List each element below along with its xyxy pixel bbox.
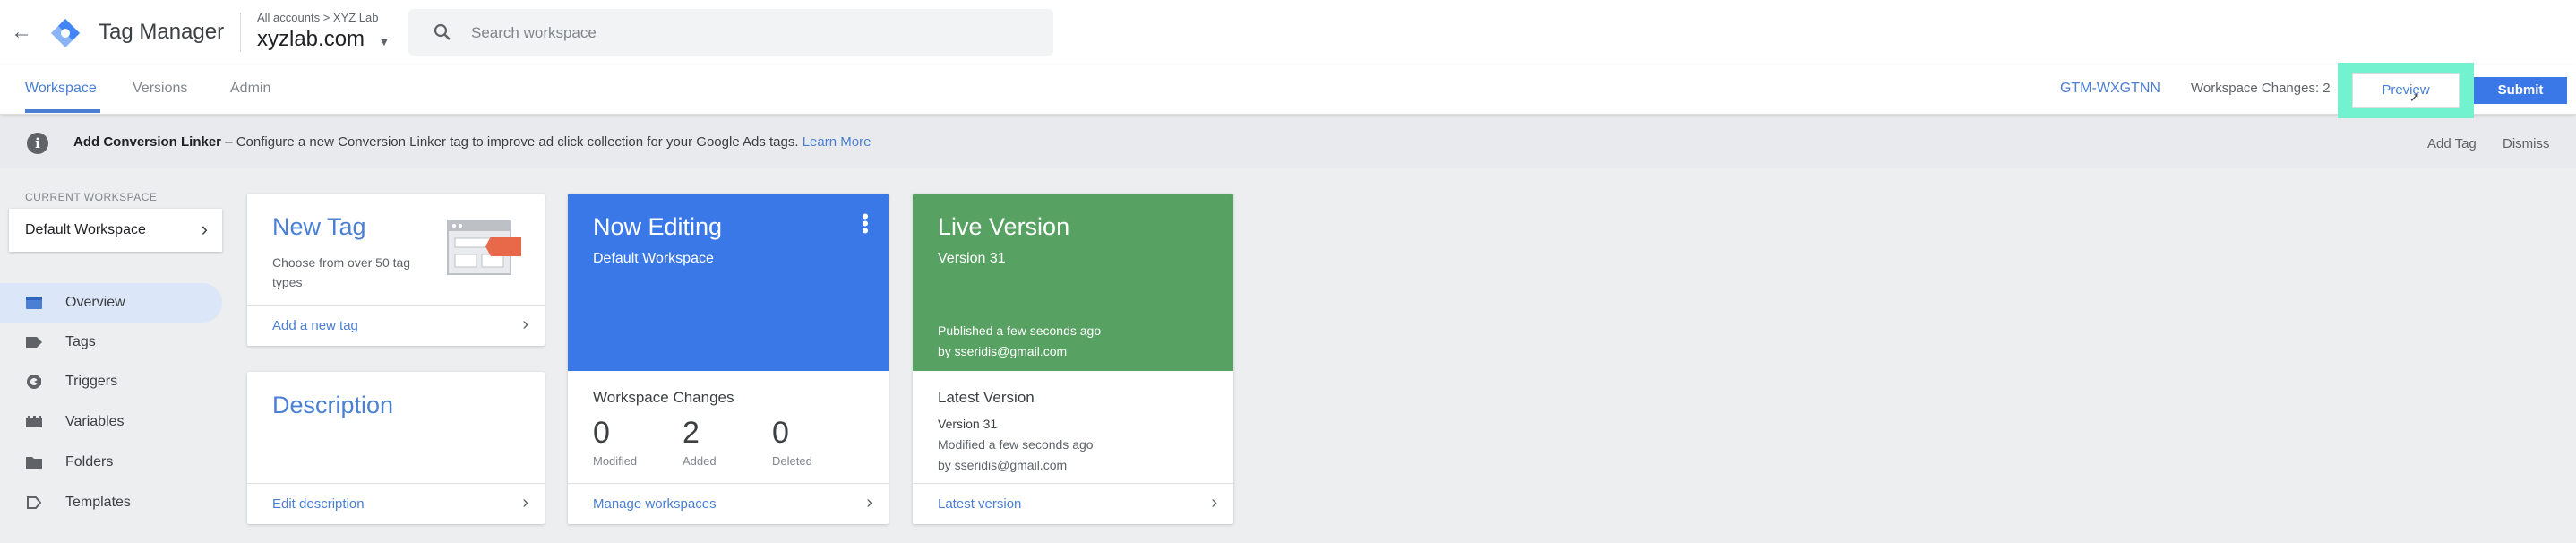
sidebar-item-label: Overview — [65, 295, 125, 310]
banner-dismiss-button[interactable]: Dismiss — [2503, 136, 2550, 151]
latest-version-modified: Modified a few seconds ago — [938, 437, 1094, 452]
variables-icon — [26, 416, 42, 427]
published-time: Published a few seconds ago — [938, 323, 1102, 338]
now-editing-title: Now Editing — [593, 213, 723, 240]
banner-add-tag-button[interactable]: Add Tag — [2427, 136, 2477, 151]
stat-added: 2 Added — [683, 416, 754, 468]
chevron-right-icon: › — [1211, 493, 1217, 513]
banner-title: Add Conversion Linker — [73, 134, 222, 150]
latest-version-by: by sseridis@gmail.com — [938, 458, 1068, 472]
now-editing-workspace: Default Workspace — [593, 251, 714, 266]
live-version-header: Live Version Version 31 Published a few … — [913, 194, 1233, 371]
stat-value: 0 — [772, 416, 789, 450]
sidebar-item-folders[interactable]: Folders — [0, 443, 222, 482]
workspace-changes-label: Workspace Changes — [593, 389, 734, 406]
latest-version-number: Version 31 — [938, 417, 998, 431]
new-tag-card[interactable]: New Tag Choose from over 50 tag types Ad… — [247, 194, 545, 346]
new-tag-illustration-icon — [447, 220, 521, 275]
new-tag-description: Choose from over 50 tag types — [272, 255, 411, 289]
search-placeholder: Search workspace — [471, 24, 597, 41]
now-editing-footer[interactable]: Manage workspaces › — [568, 483, 889, 524]
sidebar-item-label: Folders — [65, 454, 114, 470]
stat-value: 0 — [593, 416, 610, 450]
info-icon: i — [27, 133, 48, 154]
sidebar-item-label: Templates — [65, 495, 131, 510]
tab-admin[interactable]: Admin — [230, 81, 270, 97]
active-tab-indicator — [25, 109, 100, 113]
tab-versions[interactable]: Versions — [133, 81, 187, 97]
description-title: Description — [272, 392, 394, 418]
top-bar-right-area — [2166, 0, 2576, 65]
now-editing-card: Now Editing Default Workspace • • • Worksp… — [568, 194, 889, 524]
sidebar-item-tags[interactable]: Tags — [0, 323, 222, 362]
add-new-tag-link[interactable]: Add a new tag — [272, 318, 358, 333]
description-card[interactable]: Description Edit description › — [247, 372, 545, 524]
sidebar-item-triggers[interactable]: Triggers — [0, 362, 222, 401]
current-workspace-name: Default Workspace — [25, 222, 146, 237]
description-footer[interactable]: Edit description › — [247, 483, 545, 524]
more-options-icon[interactable]: • • • — [862, 207, 869, 241]
manage-workspaces-link[interactable]: Manage workspaces — [593, 496, 717, 512]
live-version-number: Version 31 — [938, 251, 1006, 266]
latest-version-link[interactable]: Latest version — [938, 496, 1021, 512]
container-selector[interactable]: xyzlab.com — [257, 27, 365, 52]
stat-label: Modified — [593, 454, 638, 468]
notification-banner: i Add Conversion Linker – Configure a ne… — [0, 118, 2576, 168]
template-icon — [27, 496, 42, 509]
live-version-title: Live Version — [938, 213, 1070, 240]
new-tag-title: New Tag — [272, 213, 366, 240]
top-app-bar: ← Tag Manager All accounts > XYZ Lab xyz… — [0, 0, 2576, 65]
sidebar-item-overview[interactable]: Overview — [0, 283, 222, 323]
banner-message: Add Conversion Linker – Configure a new … — [73, 134, 871, 150]
workspace-changes-count: Workspace Changes: 2 — [2191, 81, 2331, 96]
latest-version-label: Latest Version — [938, 389, 1035, 406]
chevron-right-icon: › — [522, 315, 528, 334]
mouse-cursor-icon: ➚ — [2409, 90, 2420, 104]
stat-modified: 0 Modified — [593, 416, 665, 468]
preview-button[interactable]: Preview — [2352, 73, 2460, 108]
chevron-right-icon: › — [522, 493, 528, 513]
stat-deleted: 0 Deleted — [772, 416, 844, 468]
sidebar-item-label: Triggers — [65, 374, 118, 389]
tab-workspace[interactable]: Workspace — [25, 81, 97, 97]
account-breadcrumb[interactable]: All accounts > XYZ Lab — [257, 11, 379, 24]
folder-icon — [26, 457, 42, 469]
submit-button[interactable]: Submit — [2474, 77, 2567, 104]
chevron-right-icon: › — [866, 493, 872, 513]
trigger-icon — [27, 375, 41, 389]
learn-more-link[interactable]: Learn More — [803, 134, 872, 150]
stat-value: 2 — [683, 416, 700, 450]
new-tag-footer[interactable]: Add a new tag › — [247, 305, 545, 346]
overview-icon — [26, 297, 42, 309]
workspace-tabs-bar: Workspace Versions Admin GTM-WXGTNN Work… — [0, 63, 2576, 120]
sidebar-item-variables[interactable]: Variables — [0, 402, 222, 442]
published-by: by sseridis@gmail.com — [938, 344, 1068, 358]
stat-label: Deleted — [772, 454, 812, 468]
search-icon — [434, 23, 451, 40]
tag-manager-logo-icon — [51, 19, 80, 47]
sidebar-item-templates[interactable]: Templates — [0, 483, 222, 522]
search-workspace-field[interactable]: Search workspace — [408, 9, 1053, 56]
live-version-card: Live Version Version 31 Published a few … — [913, 194, 1233, 524]
banner-body: – Configure a new Conversion Linker tag … — [221, 134, 799, 150]
header-divider — [240, 13, 241, 52]
caret-down-icon[interactable]: ▼ — [378, 34, 391, 48]
chevron-right-icon: › — [201, 218, 208, 240]
now-editing-header: Now Editing Default Workspace • • • — [568, 194, 889, 371]
tag-icon — [26, 337, 42, 348]
stat-label: Added — [683, 454, 717, 468]
current-workspace-selector[interactable]: Default Workspace › — [9, 209, 222, 252]
container-id-link[interactable]: GTM-WXGTNN — [2060, 81, 2160, 97]
edit-description-link[interactable]: Edit description — [272, 496, 365, 512]
live-version-footer[interactable]: Latest version › — [913, 483, 1233, 524]
sidebar-item-label: Variables — [65, 414, 125, 429]
back-arrow-icon[interactable]: ← — [9, 20, 34, 45]
latest-version-info: Version 31 Modified a few seconds ago by… — [938, 414, 1094, 476]
sidebar-item-label: Tags — [65, 334, 96, 349]
current-workspace-label: CURRENT WORKSPACE — [25, 191, 158, 203]
app-title: Tag Manager — [99, 20, 225, 44]
live-version-published: Published a few seconds ago by sseridis@… — [938, 321, 1101, 362]
